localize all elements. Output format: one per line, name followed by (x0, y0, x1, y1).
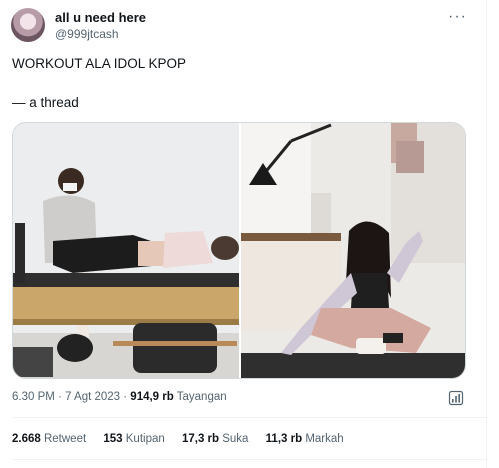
like-label: Suka (219, 433, 249, 445)
meta-separator: · (54, 391, 66, 403)
retweet-label: Retweet (40, 433, 87, 445)
bookmark-stat[interactable]: 11,3 rb Markah (266, 433, 344, 445)
quote-stat[interactable]: 153 Kutipan (103, 433, 164, 445)
author-handle[interactable]: @999jtcash (55, 27, 119, 41)
view-count: 914,9 rb (130, 391, 174, 403)
analytics-icon[interactable] (448, 390, 464, 406)
quote-count: 153 (103, 433, 123, 445)
meta-separator: · (120, 391, 131, 403)
tweet: all u need here @999jtcash ··· WORKOUT A… (0, 0, 487, 468)
tweet-date[interactable]: 7 Agt 2023 (65, 391, 120, 403)
like-count: 17,3 rb (181, 433, 220, 445)
retweet-count: 2.668 (12, 433, 41, 445)
engagement-stats: 2.668 Retweet 153 Kutipan 17,3 rb Suka 1… (12, 433, 344, 445)
avatar[interactable] (11, 8, 45, 42)
bookmark-count: 11,3 rb (265, 433, 303, 445)
tweet-text-line1: WORKOUT ALA IDOL KPOP (12, 56, 187, 71)
author-name[interactable]: all u need here (55, 10, 146, 25)
view-label: Tayangan (173, 391, 227, 403)
photo-pilates-reformer[interactable] (13, 123, 239, 378)
like-stat[interactable]: 17,3 rb Suka (182, 433, 249, 445)
photo-stretch[interactable] (241, 123, 465, 378)
quote-label: Kutipan (122, 433, 165, 445)
tweet-text-line2: — a thread (12, 95, 79, 110)
media-grid (12, 122, 466, 379)
divider (12, 417, 486, 418)
more-icon[interactable]: ··· (448, 8, 467, 26)
tweet-meta: 6.30 PM · 7 Agt 2023 · 914,9 rb Tayangan (12, 391, 227, 403)
bookmark-label: Markah (302, 433, 344, 445)
retweet-stat[interactable]: 2.668 Retweet (12, 433, 86, 445)
tweet-time[interactable]: 6.30 PM (12, 391, 55, 403)
divider (12, 459, 486, 460)
